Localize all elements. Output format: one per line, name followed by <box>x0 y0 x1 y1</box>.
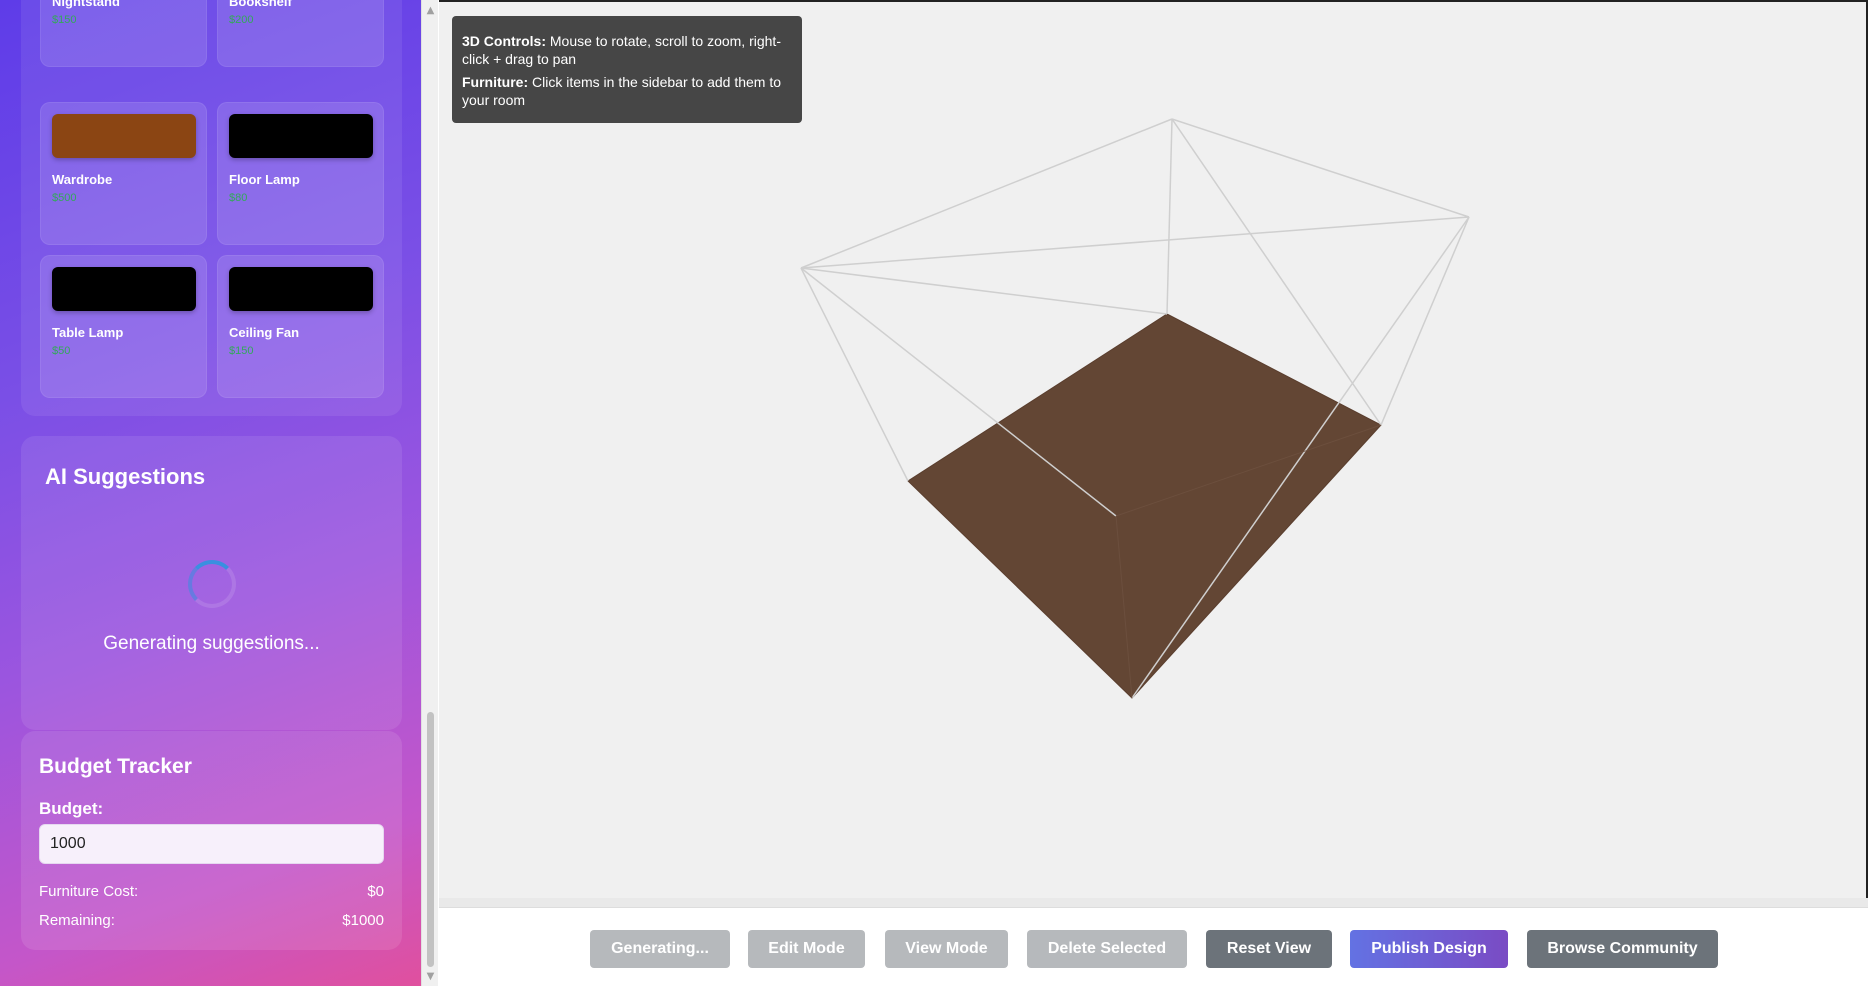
budget-tracker-title: Budget Tracker <box>39 755 192 778</box>
publish-design-button[interactable]: Publish Design <box>1350 930 1508 968</box>
ai-status-text: Generating suggestions... <box>103 633 320 654</box>
viewport-bottom-edge <box>439 898 1868 908</box>
furniture-price: $80 <box>229 192 248 204</box>
furniture-item-floor-lamp[interactable]: Floor Lamp $80 <box>217 102 384 245</box>
table-lamp-swatch <box>52 267 196 311</box>
furniture-item-wardrobe[interactable]: Wardrobe $500 <box>40 102 207 245</box>
delete-selected-button[interactable]: Delete Selected <box>1027 930 1187 968</box>
furniture-cost-row: Furniture Cost: $0 <box>39 883 384 900</box>
scrollbar-thumb[interactable] <box>427 712 434 967</box>
ai-suggestions-panel: AI Suggestions Generating suggestions... <box>21 436 402 730</box>
furniture-name: Floor Lamp <box>229 172 300 187</box>
sidebar: Nightstand $150 Bookshelf $200 Wardrobe … <box>0 0 421 986</box>
furniture-item-ceiling-fan[interactable]: Ceiling Fan $150 <box>217 255 384 398</box>
controls-hint-label: 3D Controls: <box>462 33 546 49</box>
budget-label: Budget: <box>39 799 104 818</box>
furniture-name: Wardrobe <box>52 172 113 187</box>
furniture-price: $500 <box>52 192 77 204</box>
furniture-panel: Nightstand $150 Bookshelf $200 Wardrobe … <box>21 0 402 416</box>
furniture-item-nightstand[interactable]: Nightstand $150 <box>40 0 207 67</box>
room-3d-viewport[interactable]: 3D Controls: Mouse to rotate, scroll to … <box>439 0 1868 898</box>
remaining-row: Remaining: $1000 <box>39 912 384 929</box>
furniture-name: Nightstand <box>52 0 120 9</box>
edit-mode-button[interactable]: Edit Mode <box>748 930 865 968</box>
wardrobe-swatch <box>52 114 196 158</box>
remaining-label: Remaining: <box>39 912 115 929</box>
furniture-cost-label: Furniture Cost: <box>39 883 139 900</box>
controls-hint-box: 3D Controls: Mouse to rotate, scroll to … <box>452 16 802 123</box>
furniture-name: Table Lamp <box>52 325 124 340</box>
scroll-down-arrow-icon[interactable]: ▼ <box>422 968 439 985</box>
generating-button[interactable]: Generating... <box>590 930 730 968</box>
furniture-price: $150 <box>229 345 254 357</box>
view-mode-button[interactable]: View Mode <box>885 930 1008 968</box>
budget-input[interactable] <box>39 824 384 864</box>
furniture-item-bookshelf[interactable]: Bookshelf $200 <box>217 0 384 67</box>
furniture-name: Ceiling Fan <box>229 325 300 340</box>
furniture-cost-value: $0 <box>367 883 384 900</box>
sidebar-scrollbar[interactable]: ▲ ▼ <box>421 0 438 986</box>
furniture-name: Bookshelf <box>229 0 292 9</box>
loading-spinner-icon <box>188 560 236 608</box>
furniture-price: $200 <box>229 14 254 26</box>
furniture-hint-label: Furniture: <box>462 74 529 90</box>
furniture-price: $50 <box>52 345 71 357</box>
floor-lamp-swatch <box>229 114 373 158</box>
browse-community-button[interactable]: Browse Community <box>1527 930 1718 968</box>
ai-suggestions-title: AI Suggestions <box>45 464 206 489</box>
scroll-up-arrow-icon[interactable]: ▲ <box>422 2 439 19</box>
remaining-value: $1000 <box>342 912 384 929</box>
bottom-toolbar: Generating... Edit Mode View Mode Delete… <box>439 910 1868 986</box>
furniture-item-table-lamp[interactable]: Table Lamp $50 <box>40 255 207 398</box>
budget-tracker-panel: Budget Tracker Budget: Furniture Cost: $… <box>21 731 402 950</box>
room-3d-scene[interactable] <box>439 2 1868 898</box>
furniture-price: $150 <box>52 14 77 26</box>
reset-view-button[interactable]: Reset View <box>1206 930 1332 968</box>
ceiling-fan-swatch <box>229 267 373 311</box>
